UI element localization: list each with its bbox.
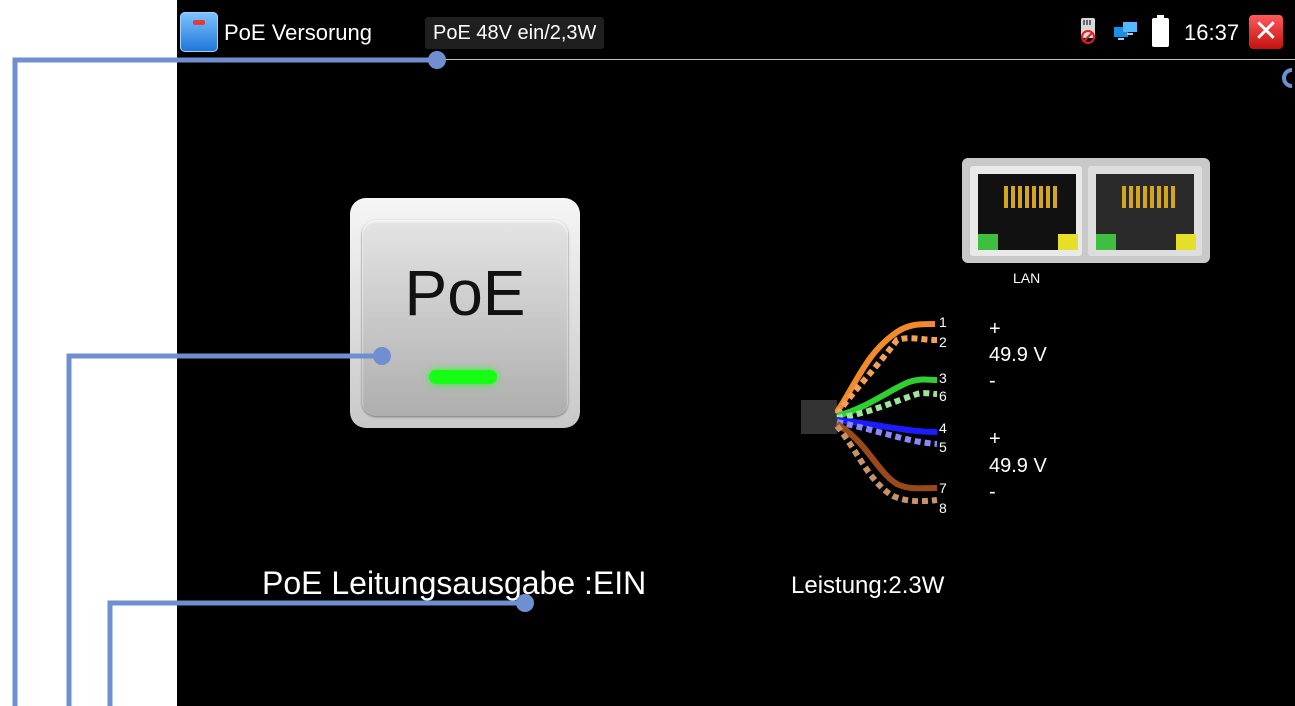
callout-dot-title-bar [428,51,446,69]
callout-dot-output-status [516,594,534,612]
callout-line-output-status [107,600,525,706]
callout-line-poe-button [66,353,382,706]
callout-edge-marker [1282,68,1293,88]
callout-dot-poe-button [373,347,391,365]
callout-overlay [12,51,1293,706]
callout-line-title-bar [12,57,437,706]
